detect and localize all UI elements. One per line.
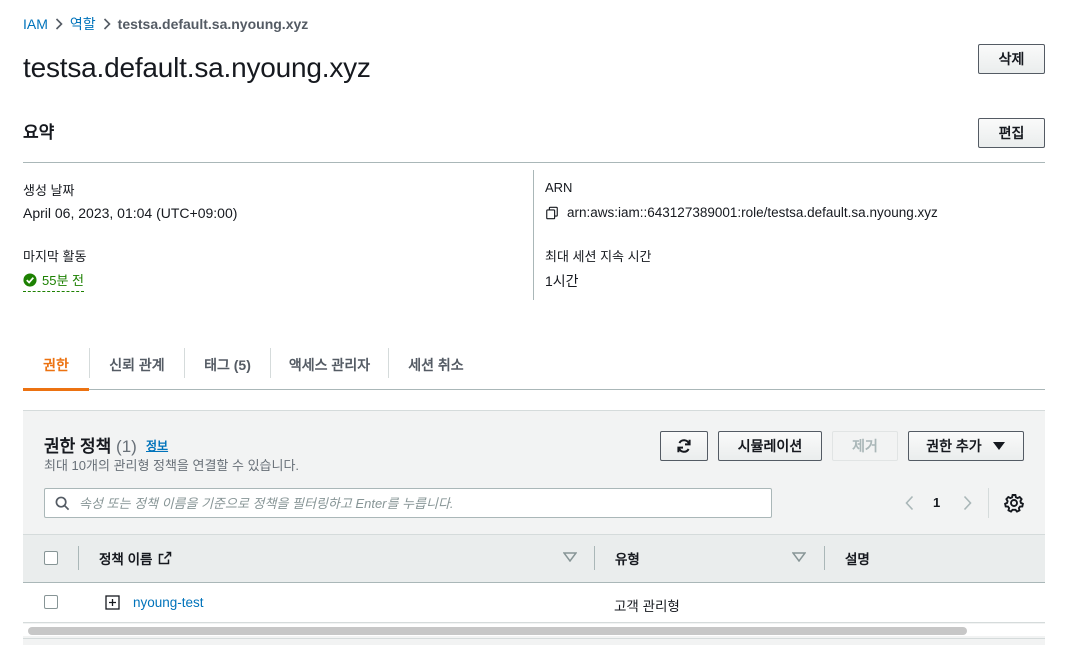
- tab-tags[interactable]: 태그 (5): [185, 340, 270, 390]
- page-title: testsa.default.sa.nyoung.xyz: [23, 52, 371, 83]
- edit-button[interactable]: 편집: [978, 118, 1045, 148]
- chevron-right-icon: [963, 495, 972, 511]
- column-header-policy-name[interactable]: 정책 이름: [99, 548, 172, 568]
- tab-access-advisor[interactable]: 액세스 관리자: [271, 340, 388, 390]
- tab-permissions[interactable]: 권한: [23, 340, 89, 391]
- column-header-description[interactable]: 설명: [845, 548, 870, 568]
- summary-column-divider: [533, 170, 534, 300]
- breadcrumb-current: testsa.default.sa.nyoung.xyz: [117, 16, 309, 32]
- breadcrumb-roles-link[interactable]: 역할: [70, 14, 96, 34]
- arn-row: arn:aws:iam::643127389001:role/testsa.de…: [545, 205, 938, 220]
- info-link[interactable]: 정보: [146, 437, 168, 454]
- external-link-icon: [159, 551, 172, 565]
- sort-caret-icon[interactable]: [792, 552, 806, 562]
- next-page-button[interactable]: [959, 493, 975, 513]
- max-session-label: 최대 세션 지속 시간: [545, 249, 652, 264]
- chevron-left-icon: [904, 495, 913, 511]
- tab-trust-relationships[interactable]: 신뢰 관계: [90, 340, 184, 390]
- remove-button[interactable]: 제거: [832, 431, 898, 461]
- pager-divider: [988, 488, 989, 518]
- column-policy-name-label: 정책 이름: [99, 552, 153, 567]
- policy-name-link[interactable]: nyoung-test: [133, 595, 204, 610]
- add-permissions-label: 권한 추가: [926, 438, 982, 454]
- panel-description: 최대 10개의 관리형 정책을 연결할 수 있습니다.: [44, 458, 300, 473]
- page-number[interactable]: 1: [933, 495, 940, 510]
- select-all-checkbox[interactable]: [44, 551, 58, 565]
- column-divider: [594, 546, 595, 570]
- tab-bar: 권한 신뢰 관계 태그 (5) 액세스 관리자 세션 취소: [23, 340, 1045, 391]
- delete-button[interactable]: 삭제: [978, 44, 1045, 74]
- summary-divider: [23, 162, 1045, 163]
- created-date-label: 생성 날짜: [23, 183, 75, 198]
- refresh-icon: [677, 439, 691, 453]
- check-circle-icon: [23, 272, 37, 287]
- row-checkbox[interactable]: [44, 595, 58, 609]
- summary-title: 요약: [23, 123, 55, 142]
- column-header-type[interactable]: 유형: [615, 548, 640, 568]
- policy-count: (1): [116, 437, 137, 456]
- column-divider: [824, 546, 825, 570]
- breadcrumb: IAM 역할 testsa.default.sa.nyoung.xyz: [23, 15, 308, 33]
- arn-label: ARN: [545, 180, 573, 195]
- table-bottom-border: [23, 638, 1045, 639]
- chevron-right-icon: [96, 15, 118, 33]
- search-input[interactable]: [79, 495, 771, 511]
- panel-title-text: 권한 정책: [44, 437, 112, 456]
- max-session-value: 1시간: [545, 273, 579, 289]
- table-header: [23, 534, 1045, 583]
- breadcrumb-iam-link[interactable]: IAM: [23, 16, 48, 32]
- last-activity-value: 55분 전: [42, 273, 84, 288]
- add-permissions-button[interactable]: 권한 추가: [908, 431, 1024, 461]
- caret-down-icon: [992, 442, 1005, 450]
- chevron-right-icon: [48, 15, 70, 33]
- copy-icon[interactable]: [545, 206, 559, 220]
- tab-revoke-sessions[interactable]: 세션 취소: [389, 340, 483, 390]
- scrollbar-thumb[interactable]: [28, 627, 967, 635]
- expand-plus-icon[interactable]: [105, 595, 120, 610]
- simulate-button[interactable]: 시뮬레이션: [718, 431, 822, 461]
- policy-type-cell: 고객 관리형: [614, 599, 680, 614]
- search-icon: [55, 496, 70, 510]
- arn-value: arn:aws:iam::643127389001:role/testsa.de…: [567, 205, 938, 220]
- column-divider: [78, 546, 79, 570]
- created-date-value: April 06, 2023, 01:04 (UTC+09:00): [23, 205, 238, 221]
- refresh-button[interactable]: [660, 431, 708, 461]
- policy-search: [44, 488, 772, 518]
- permission-policies-title: 권한 정책 (1): [44, 432, 137, 457]
- settings-gear-icon[interactable]: [1004, 493, 1024, 513]
- last-activity-status[interactable]: 55분 전: [23, 270, 84, 292]
- sort-caret-icon[interactable]: [563, 552, 577, 562]
- last-activity-label: 마지막 활동: [23, 249, 87, 264]
- previous-page-button[interactable]: [901, 493, 917, 513]
